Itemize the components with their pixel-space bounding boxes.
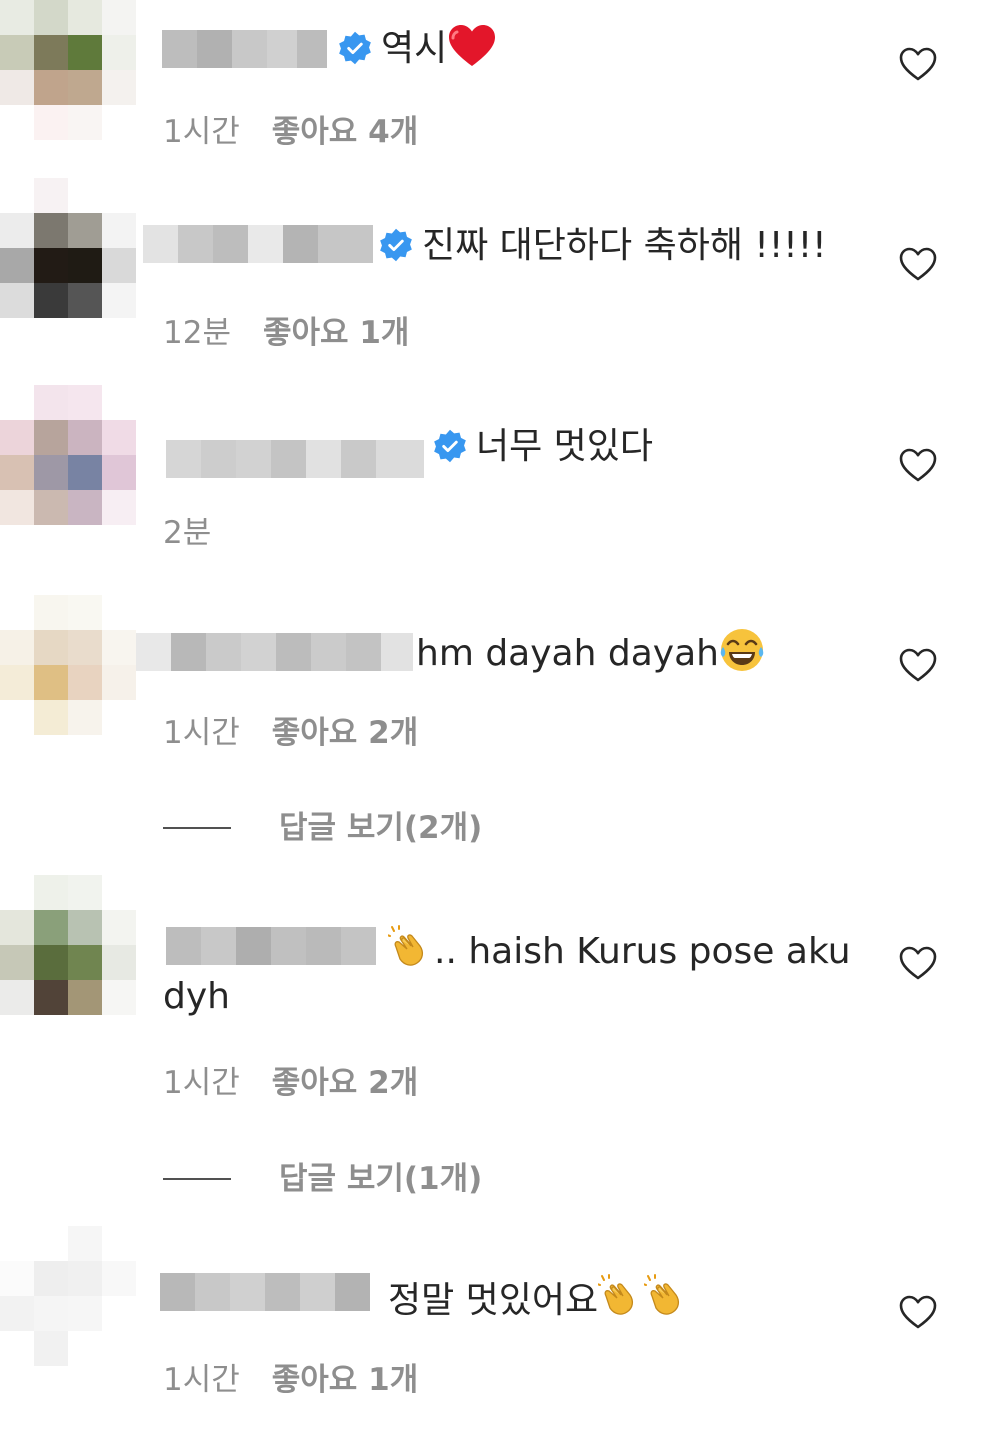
- comment-text: 진짜 대단하다 축하해 !!!!!: [378, 226, 827, 266]
- comment-item: 역시 1시간 좋아요 4개: [0, 0, 982, 180]
- comment-item: 정말 멋있어요 1시간 좋아요 1개: [0, 1226, 982, 1436]
- timestamp: 1시간: [163, 715, 240, 751]
- timestamp: 12분: [163, 315, 231, 351]
- verified-badge-icon: [380, 228, 412, 262]
- avatar[interactable]: [0, 385, 136, 525]
- like-count[interactable]: 좋아요 1개: [272, 1362, 418, 1398]
- comment-text-content: hm dayah dayah: [416, 633, 719, 674]
- replies-divider: [163, 1178, 231, 1180]
- like-heart-icon[interactable]: [898, 246, 938, 282]
- replies-divider: [163, 827, 231, 829]
- view-replies-button[interactable]: 답글 보기(1개): [163, 1161, 482, 1197]
- clapping-hands-emoji-icon: [598, 1274, 634, 1315]
- comment-meta: 12분 좋아요 1개: [163, 315, 409, 351]
- verified-badge-icon: [434, 429, 466, 463]
- comment-text-continued: dyh: [163, 976, 230, 1017]
- comment-text: .. haish Kurus pose aku: [388, 925, 851, 972]
- comment-text-content: 정말 멋있어요: [388, 1280, 599, 1321]
- view-replies-label: 답글 보기(1개): [279, 1161, 483, 1197]
- like-heart-icon[interactable]: [898, 1294, 938, 1330]
- like-count[interactable]: 좋아요 2개: [272, 1065, 418, 1101]
- clapping-hands-emoji-icon: [388, 925, 424, 966]
- tears-of-joy-emoji-icon: [720, 629, 764, 671]
- clapping-hands-emoji-icon: [644, 1274, 680, 1315]
- username[interactable]: [143, 225, 373, 263]
- red-heart-icon: [449, 25, 496, 66]
- like-heart-icon[interactable]: [898, 647, 938, 683]
- comment-item: 진짜 대단하다 축하해 !!!!! 12분 좋아요 1개: [0, 178, 982, 378]
- comment-text-content: .. haish Kurus pose aku: [434, 931, 851, 972]
- like-heart-icon[interactable]: [898, 447, 938, 483]
- like-heart-icon[interactable]: [898, 945, 938, 981]
- comment-meta: 1시간 좋아요 2개: [163, 715, 418, 751]
- timestamp: 1시간: [163, 114, 240, 150]
- verified-badge-icon: [339, 31, 371, 65]
- timestamp: 1시간: [163, 1362, 240, 1398]
- timestamp: 2분: [163, 515, 212, 551]
- comment-item: hm dayah dayah 1시간 좋아요 2개 답글 보기(2개): [0, 595, 982, 865]
- comment-text-content: 너무 멋있다: [476, 426, 654, 467]
- like-count[interactable]: 좋아요 1개: [263, 315, 409, 351]
- comment-text: 정말 멋있어요: [388, 1274, 690, 1321]
- like-count[interactable]: 좋아요 2개: [272, 715, 418, 751]
- like-heart-icon[interactable]: [898, 46, 938, 82]
- comment-meta: 1시간 좋아요 4개: [163, 114, 418, 150]
- comment-meta: 1시간 좋아요 1개: [163, 1362, 418, 1398]
- like-count[interactable]: 좋아요 4개: [272, 114, 418, 150]
- comment-text: 역시: [337, 24, 497, 69]
- view-replies-button[interactable]: 답글 보기(2개): [163, 810, 482, 846]
- username[interactable]: [162, 30, 327, 68]
- avatar[interactable]: [0, 178, 136, 318]
- comment-text-content: 진짜 대단하다 축하해 !!!!!: [422, 225, 827, 266]
- avatar[interactable]: [0, 595, 136, 735]
- username[interactable]: [166, 927, 376, 965]
- avatar[interactable]: [0, 0, 136, 140]
- comment-meta: 2분: [163, 515, 211, 551]
- avatar[interactable]: [0, 875, 136, 1015]
- comment-item: 너무 멋있다 2분: [0, 385, 982, 575]
- avatar[interactable]: [0, 1226, 136, 1366]
- comment-meta: 1시간 좋아요 2개: [163, 1065, 418, 1101]
- username[interactable]: [136, 633, 413, 671]
- comment-text-content: 역시: [381, 28, 448, 69]
- username[interactable]: [160, 1273, 370, 1311]
- view-replies-label: 답글 보기(2개): [279, 810, 483, 846]
- comment-text: hm dayah dayah: [416, 627, 765, 674]
- timestamp: 1시간: [163, 1065, 240, 1101]
- comment-text: 너무 멋있다: [432, 427, 653, 467]
- username[interactable]: [166, 440, 424, 478]
- comment-item: .. haish Kurus pose aku dyh 1시간 좋아요 2개 답글…: [0, 875, 982, 1215]
